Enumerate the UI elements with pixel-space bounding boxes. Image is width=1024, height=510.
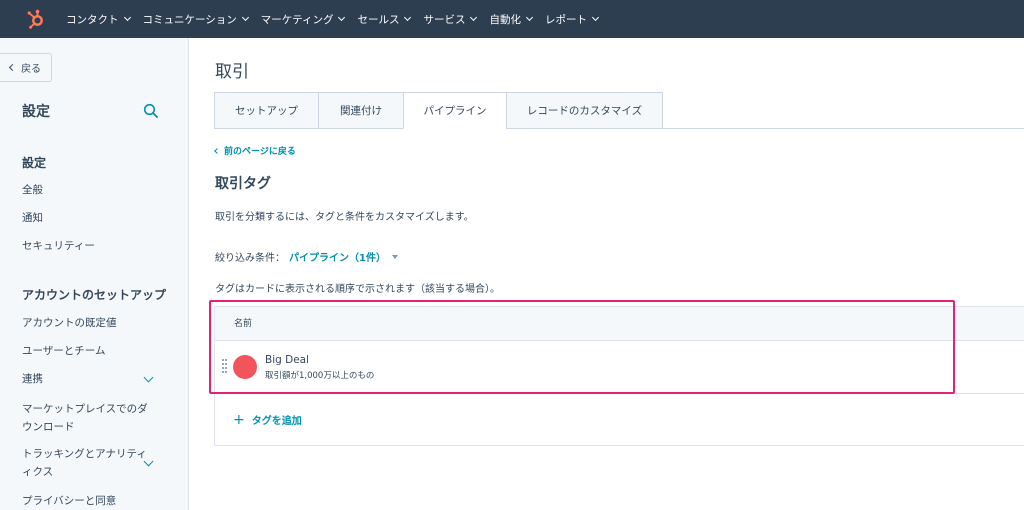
- sidebar-item-tracking-line2[interactable]: ィクス: [22, 463, 53, 481]
- nav-automation[interactable]: 自動化: [489, 12, 534, 27]
- top-navigation: コンタクト コミュニケーション マーケティング セールス サービス 自動化 レポ…: [0, 0, 1024, 38]
- sidebar-item-general[interactable]: 全般: [22, 181, 43, 199]
- chevron-down-icon: [123, 13, 131, 22]
- section-description: 取引を分類するには、タグと条件をカスタマイズします。: [215, 212, 474, 223]
- column-header-name: 名前: [215, 307, 1024, 341]
- chevron-down-icon[interactable]: [143, 456, 154, 467]
- sidebar-title: 設定: [22, 104, 50, 120]
- sidebar-item-security[interactable]: セキュリティー: [22, 237, 95, 255]
- search-icon[interactable]: [143, 103, 159, 119]
- sidebar-section-account-setup: アカウントのセットアップ: [22, 288, 167, 302]
- pipeline-filter-dropdown[interactable]: パイプライン（1件）: [289, 249, 398, 264]
- filter-row: 絞り込み条件： パイプライン（1件）: [215, 249, 398, 264]
- chevron-down-icon: [241, 13, 249, 22]
- back-button[interactable]: 戻る: [0, 53, 52, 82]
- back-button-label: 戻る: [21, 64, 41, 75]
- chevron-down-icon: [338, 13, 346, 22]
- nav-marketing-label: マーケティング: [260, 13, 334, 26]
- sidebar-item-marketplace-line2[interactable]: ウンロード: [22, 418, 75, 436]
- settings-sidebar: 戻る 設定 設定 全般 通知 セキュリティー アカウントのセットアップ アカウン…: [0, 38, 189, 510]
- chevron-down-icon[interactable]: [143, 372, 154, 383]
- nav-sales-label: セールス: [357, 13, 400, 26]
- tab-pipelines[interactable]: パイプライン: [403, 92, 506, 129]
- nav-service-label: サービス: [423, 13, 466, 26]
- section-title: 取引タグ: [215, 176, 271, 192]
- filter-label: 絞り込み条件：: [215, 253, 285, 264]
- nav-marketing[interactable]: マーケティング: [260, 12, 346, 27]
- chevron-left-icon: [8, 63, 17, 72]
- caret-down-icon: [391, 254, 398, 259]
- order-note: タグはカードに表示される順序で示されます（該当する場合）。: [215, 284, 500, 295]
- sidebar-item-users-teams[interactable]: ユーザーとチーム: [22, 342, 105, 360]
- nav-conversations-label: コミュニケーション: [142, 13, 237, 26]
- tab-bar: セットアップ 関連付け パイプライン レコードのカスタマイズ: [214, 92, 663, 129]
- chevron-down-icon: [591, 13, 600, 22]
- nav-contacts[interactable]: コンタクト: [66, 12, 131, 27]
- sidebar-item-notifications[interactable]: 通知: [22, 209, 43, 227]
- nav-service[interactable]: サービス: [423, 12, 478, 27]
- nav-automation-label: 自動化: [489, 13, 521, 26]
- chevron-down-icon: [470, 13, 478, 22]
- nav-sales[interactable]: セールス: [357, 12, 412, 27]
- sidebar-item-integrations[interactable]: 連携: [22, 370, 43, 388]
- back-to-previous-link[interactable]: 前のページに戻る: [214, 144, 296, 157]
- page-title: 取引: [215, 62, 249, 82]
- drag-handle-icon[interactable]: [222, 359, 227, 375]
- chevron-left-icon: [214, 147, 220, 154]
- table-row[interactable]: Big Deal 取引額が1,000万以上のもの: [215, 341, 1024, 394]
- tags-table: 名前 Big Deal 取引額が1,000万以上のもの + タグを追加: [214, 306, 1024, 446]
- plus-icon: +: [233, 411, 245, 428]
- add-tag-button[interactable]: + タグを追加: [233, 411, 302, 428]
- sidebar-section-settings: 設定: [22, 156, 47, 170]
- nav-contacts-label: コンタクト: [66, 13, 119, 26]
- chevron-down-icon: [525, 13, 534, 22]
- tab-setup[interactable]: セットアップ: [214, 92, 318, 129]
- tab-record-customization[interactable]: レコードのカスタマイズ: [506, 92, 663, 129]
- hubspot-logo-icon[interactable]: [26, 9, 46, 29]
- sidebar-item-account-defaults[interactable]: アカウントの既定値: [22, 314, 117, 332]
- tag-condition: 取引額が1,000万以上のもの: [265, 371, 375, 381]
- nav-reports[interactable]: レポート: [544, 12, 600, 27]
- sidebar-item-marketplace-line1[interactable]: マーケットプレイスでのダ: [22, 400, 148, 418]
- tag-name[interactable]: Big Deal: [265, 354, 309, 366]
- chevron-down-icon: [404, 13, 412, 22]
- add-tag-label: タグを追加: [251, 416, 302, 427]
- sidebar-item-privacy[interactable]: プライバシーと同意: [22, 492, 116, 510]
- back-to-previous-label: 前のページに戻る: [224, 147, 296, 157]
- sidebar-item-tracking-line1[interactable]: トラッキングとアナリティ: [22, 445, 147, 463]
- nav-conversations[interactable]: コミュニケーション: [142, 12, 249, 27]
- tag-color-swatch: [233, 355, 257, 379]
- tab-associations[interactable]: 関連付け: [318, 92, 403, 129]
- nav-reports-label: レポート: [544, 13, 587, 26]
- filter-value: パイプライン（1件）: [289, 253, 386, 264]
